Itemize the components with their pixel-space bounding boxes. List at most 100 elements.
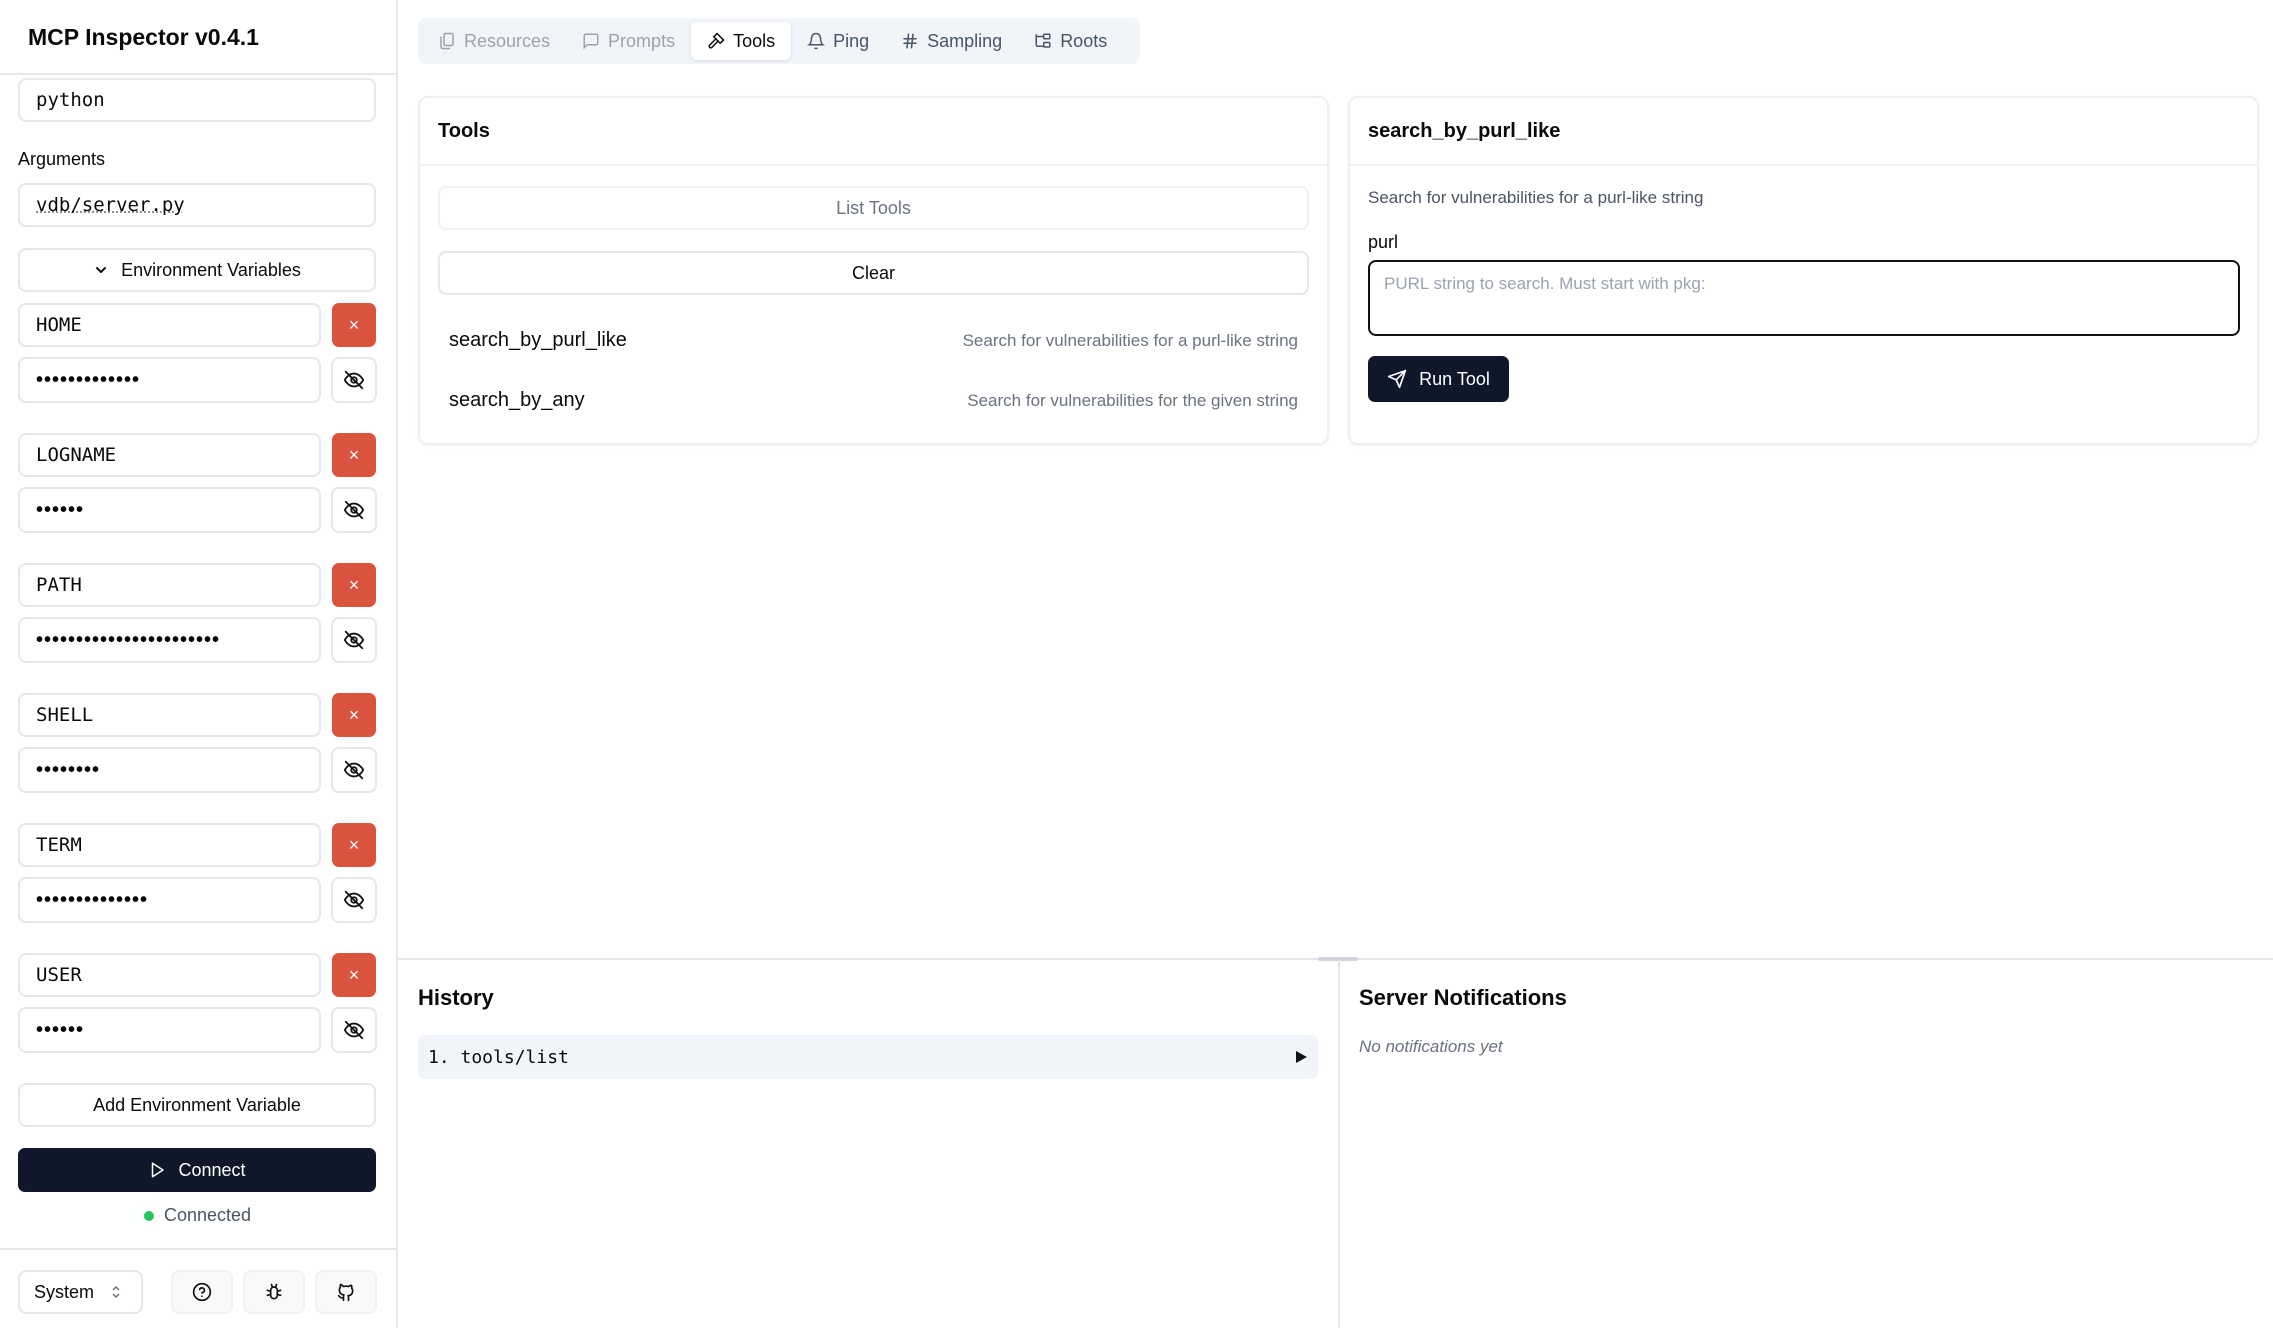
add-env-variable-button[interactable]: Add Environment Variable (18, 1083, 376, 1127)
run-tool-button[interactable]: Run Tool (1368, 356, 1509, 402)
eye-off-icon (343, 500, 365, 520)
theme-select-value: System (34, 1281, 95, 1302)
divider (0, 73, 396, 75)
delete-env-button[interactable]: × (332, 953, 376, 997)
toggle-visibility-button[interactable] (331, 357, 377, 403)
send-icon (1387, 369, 1407, 389)
tab-ping[interactable]: Ping (791, 22, 885, 60)
history-title: History (418, 985, 494, 1010)
help-button[interactable] (171, 1270, 233, 1314)
tab-label: Sampling (927, 30, 1003, 51)
env-key-input[interactable]: PATH (18, 563, 321, 607)
env-key-input[interactable]: TERM (18, 823, 321, 867)
expand-triangle-icon (1296, 1051, 1307, 1063)
tab-label: Prompts (608, 30, 676, 51)
run-tool-label: Run Tool (1419, 368, 1490, 389)
env-key-input[interactable]: USER (18, 953, 321, 997)
divider (0, 1248, 396, 1250)
files-icon (440, 32, 454, 50)
hash-icon (903, 33, 917, 49)
tab-resources[interactable]: Resources (422, 22, 566, 60)
toggle-visibility-button[interactable] (331, 1007, 377, 1053)
connect-label: Connect (178, 1159, 246, 1180)
eye-off-icon (343, 760, 365, 780)
env-value-input[interactable]: •••••• (18, 1007, 321, 1053)
tool-description: Search for vulnerabilities for a purl-li… (962, 331, 1298, 350)
bug-icon (266, 1283, 282, 1300)
chevron-up-down-icon (112, 1285, 120, 1299)
purl-textarea[interactable]: PURL string to search. Must start with p… (1368, 260, 2240, 336)
toggle-visibility-button[interactable] (331, 747, 377, 793)
message-icon (583, 33, 599, 50)
eye-off-icon (343, 890, 365, 910)
eye-off-icon (343, 370, 365, 390)
arguments-label: Arguments (18, 149, 106, 169)
status-dot (144, 1210, 154, 1221)
github-button[interactable] (315, 1270, 377, 1314)
eye-off-icon (343, 1020, 365, 1040)
divider (420, 164, 1327, 166)
env-value-input[interactable]: •••••••• (18, 747, 321, 793)
arguments-input[interactable]: vdb/server.py (18, 183, 376, 227)
history-item[interactable]: 1. tools/list (418, 1035, 1318, 1079)
env-value-input[interactable]: ••••••••••••••••••••••• (18, 617, 321, 663)
toggle-visibility-button[interactable] (331, 487, 377, 533)
toggle-visibility-button[interactable] (331, 877, 377, 923)
delete-env-button[interactable]: × (332, 433, 376, 477)
divider (1350, 164, 2257, 166)
tab-roots[interactable]: Roots (1018, 22, 1123, 60)
toggle-visibility-button[interactable] (331, 617, 377, 663)
environment-variables-label: Environment Variables (121, 259, 301, 280)
chevron-down-icon (96, 267, 107, 273)
delete-env-button[interactable]: × (332, 693, 376, 737)
divider (1338, 960, 1340, 1328)
env-key-input[interactable]: SHELL (18, 693, 321, 737)
github-icon (337, 1283, 354, 1302)
clear-button[interactable]: Clear (438, 251, 1309, 295)
tab-label: Roots (1060, 30, 1108, 51)
tab-sampling[interactable]: Sampling (885, 22, 1018, 60)
env-value-input[interactable]: •••••• (18, 487, 321, 533)
history-item-label: 1. tools/list (428, 1046, 569, 1068)
help-circle-icon (192, 1282, 212, 1302)
bell-icon (807, 32, 826, 50)
eye-off-icon (343, 630, 365, 650)
environment-variables-toggle[interactable]: Environment Variables (18, 248, 376, 292)
app-title: MCP Inspector v0.4.1 (28, 24, 259, 50)
tool-description: Search for vulnerabilities for the given… (967, 391, 1298, 410)
tools-panel-title: Tools (438, 120, 490, 142)
tool-name: search_by_purl_like (449, 329, 627, 351)
tool-detail-title: search_by_purl_like (1368, 120, 1561, 142)
play-icon (152, 1162, 165, 1178)
hammer-icon (708, 32, 725, 49)
env-key-input[interactable]: LOGNAME (18, 433, 321, 477)
env-value-input[interactable]: ••••••••••••• (18, 357, 321, 403)
arguments-value: vdb/server.py (36, 194, 185, 216)
command-input[interactable]: python (18, 78, 376, 122)
tab-prompts[interactable]: Prompts (566, 22, 691, 60)
tab-label: Ping (833, 30, 870, 51)
status-text: Connected (164, 1205, 252, 1225)
tool-detail-description: Search for vulnerabilities for a purl-li… (1368, 188, 1704, 207)
connect-button[interactable]: Connect (18, 1148, 376, 1192)
notifications-title: Server Notifications (1359, 985, 1567, 1010)
main-tabs: Resources Prompts Tools Ping Sampling Ro… (418, 18, 1140, 64)
delete-env-button[interactable]: × (332, 563, 376, 607)
tool-detail-panel: search_by_purl_like Search for vulnerabi… (1348, 96, 2259, 445)
purl-placeholder: PURL string to search. Must start with p… (1384, 274, 1706, 293)
env-value-input[interactable]: •••••••••••••• (18, 877, 321, 923)
sidebar: MCP Inspector v0.4.1 python Arguments vd… (0, 0, 398, 1328)
tab-tools[interactable]: Tools (691, 22, 792, 60)
tool-name: search_by_any (449, 389, 585, 411)
tab-label: Tools (733, 30, 776, 51)
connection-status: Connected (144, 1205, 251, 1226)
list-tools-button[interactable]: List Tools (438, 186, 1309, 230)
theme-select[interactable]: System (18, 1270, 143, 1314)
tools-panel: Tools List Tools Clear search_by_purl_li… (418, 96, 1329, 445)
env-key-input[interactable]: HOME (18, 303, 321, 347)
debug-button[interactable] (243, 1270, 305, 1314)
notifications-empty-text: No notifications yet (1359, 1037, 1503, 1056)
tab-label: Resources (464, 30, 551, 51)
delete-env-button[interactable]: × (332, 823, 376, 867)
delete-env-button[interactable]: × (332, 303, 376, 347)
